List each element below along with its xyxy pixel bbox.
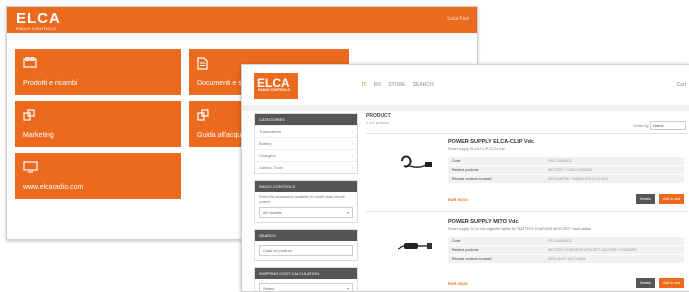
- category-item[interactable]: Battery ›: [255, 137, 357, 149]
- product-desc: Power supply 12-24 Vdc cigarette lighter…: [448, 227, 592, 231]
- shipping-select[interactable]: Select ▾: [259, 283, 353, 292]
- categories-box: CATEGORIES Transmitters › Battery › Charge…: [254, 113, 358, 174]
- shipping-box: SHIPPING COST CALCULATION Select ▾: [254, 267, 358, 292]
- chevron-down-icon: ▾: [346, 210, 349, 216]
- tile-prodotti[interactable]: Prodotti e ricambi: [15, 49, 181, 95]
- top-nav: IT EN STORE SEARCH: [362, 82, 440, 88]
- categories-header: CATEGORIES: [255, 114, 357, 125]
- spec-row: Remote controls involved MITO-HETRE / MAR…: [448, 175, 684, 184]
- power-adapter-icon[interactable]: [396, 231, 436, 261]
- header-band: [242, 105, 689, 111]
- store-window: ELCA RADIO CONTROLS IT EN STORE SEARCH C…: [241, 64, 689, 292]
- chevron-right-icon: ›: [351, 129, 353, 134]
- category-item[interactable]: Transmitters ›: [255, 125, 357, 137]
- product-price: EUR 45,00: [448, 281, 468, 286]
- search-box: SEARCH Code or product: [254, 229, 358, 262]
- product-title[interactable]: POWER SUPPLY ELCA-CLIP Vdc: [448, 139, 688, 145]
- product-specs: Code PWT-CN00001 Related products BATTERY …: [448, 157, 684, 184]
- spec-row: Related products BATTERY / CAR CHARGER: [448, 166, 684, 175]
- tile-label: Prodotti e ricambi: [23, 80, 78, 87]
- add-to-cart-button[interactable]: Add to cart: [659, 194, 684, 204]
- search-input[interactable]: Code or product: [259, 245, 353, 257]
- guide-icon: [197, 109, 209, 124]
- category-item[interactable]: Chargers ›: [255, 149, 357, 161]
- tile-website[interactable]: www.elcaradio.com: [15, 153, 181, 199]
- tile-label: www.elcaradio.com: [23, 184, 84, 191]
- nav-item-search[interactable]: SEARCH: [413, 82, 434, 88]
- product-title[interactable]: POWER SUPPLY MITO Vdc: [448, 219, 688, 225]
- details-button[interactable]: Details: [636, 278, 655, 288]
- user-menu[interactable]: Luca Fusi: [447, 16, 469, 22]
- search-header: SEARCH: [255, 230, 357, 242]
- sort-label: Order by: [633, 123, 649, 128]
- chevron-right-icon: ›: [351, 165, 353, 170]
- details-button[interactable]: Details: [636, 194, 655, 204]
- product-list: PRODUCT 2 of 2 products Order by Name PO…: [366, 113, 688, 288]
- category-item[interactable]: Cables, Tools ›: [255, 161, 357, 173]
- sort-select[interactable]: Name: [650, 121, 686, 130]
- elca-logo[interactable]: ELCA RADIO CONTROLS: [16, 11, 61, 31]
- spec-row: Remote controls involved MITO-SLIP / MITO…: [448, 255, 684, 264]
- nav-item-store[interactable]: STORE: [388, 82, 405, 88]
- product-price: EUR 50,00: [448, 197, 468, 202]
- nav-item-it[interactable]: IT: [362, 82, 366, 88]
- chevron-right-icon: ›: [351, 141, 353, 146]
- page-title: PRODUCT: [366, 113, 391, 119]
- marketing-icon: [23, 109, 35, 124]
- chevron-right-icon: ›: [351, 153, 353, 158]
- add-to-cart-button[interactable]: Add to cart: [659, 278, 684, 288]
- divider: [366, 211, 688, 212]
- elca-logo[interactable]: ELCA RADIO CONTROLS: [254, 73, 298, 99]
- tile-label: Marketing: [23, 132, 54, 139]
- tile-marketing[interactable]: Marketing: [15, 101, 181, 147]
- product-info: POWER SUPPLY ELCA-CLIP Vdc Power supply …: [448, 139, 688, 184]
- product-item: POWER SUPPLY MITO Vdc Power supply 12-24…: [366, 217, 688, 291]
- shipping-header: SHIPPING COST CALCULATION: [255, 268, 357, 280]
- nav-item-en[interactable]: EN: [374, 82, 381, 88]
- store-header: ELCA RADIO CONTROLS IT EN STORE SEARCH C…: [242, 65, 689, 105]
- radio-controls-header: RADIO CONTROLS: [255, 181, 357, 192]
- tile-label: Documenti e s...: [197, 80, 248, 87]
- product-box-icon: [23, 57, 37, 71]
- dashboard-header: ELCA RADIO CONTROLS Luca Fusi: [7, 7, 477, 33]
- document-icon: [197, 57, 208, 73]
- spec-row: Code PTCHA000001: [448, 237, 684, 246]
- spec-row: Related products BATTERY CHARGER MITO-SET…: [448, 246, 684, 255]
- cart-link[interactable]: Cart: [677, 82, 686, 88]
- product-info: POWER SUPPLY MITO Vdc Power supply 12-24…: [448, 219, 688, 264]
- spec-row: Code PWT-CN00001: [448, 157, 684, 166]
- model-select[interactable]: All models ▾: [259, 207, 353, 219]
- monitor-icon: [23, 161, 38, 176]
- sort-control: Order by Name: [633, 121, 686, 130]
- product-desc: Power supply ELCA-CLIP 12-24 Vdc: [448, 147, 505, 151]
- sidebar: CATEGORIES Transmitters › Battery › Charge…: [254, 113, 358, 292]
- product-specs: Code PTCHA000001 Related products BATTERY …: [448, 237, 684, 264]
- radio-controls-box: RADIO CONTROLS Select the accessories av…: [254, 180, 358, 224]
- radio-controls-text: Select the accessories available for mod…: [259, 195, 345, 204]
- divider: [366, 133, 688, 134]
- chevron-down-icon: ▾: [346, 286, 349, 292]
- product-item: POWER SUPPLY ELCA-CLIP Vdc Power supply …: [366, 137, 688, 227]
- cable-clip-icon[interactable]: [396, 149, 436, 179]
